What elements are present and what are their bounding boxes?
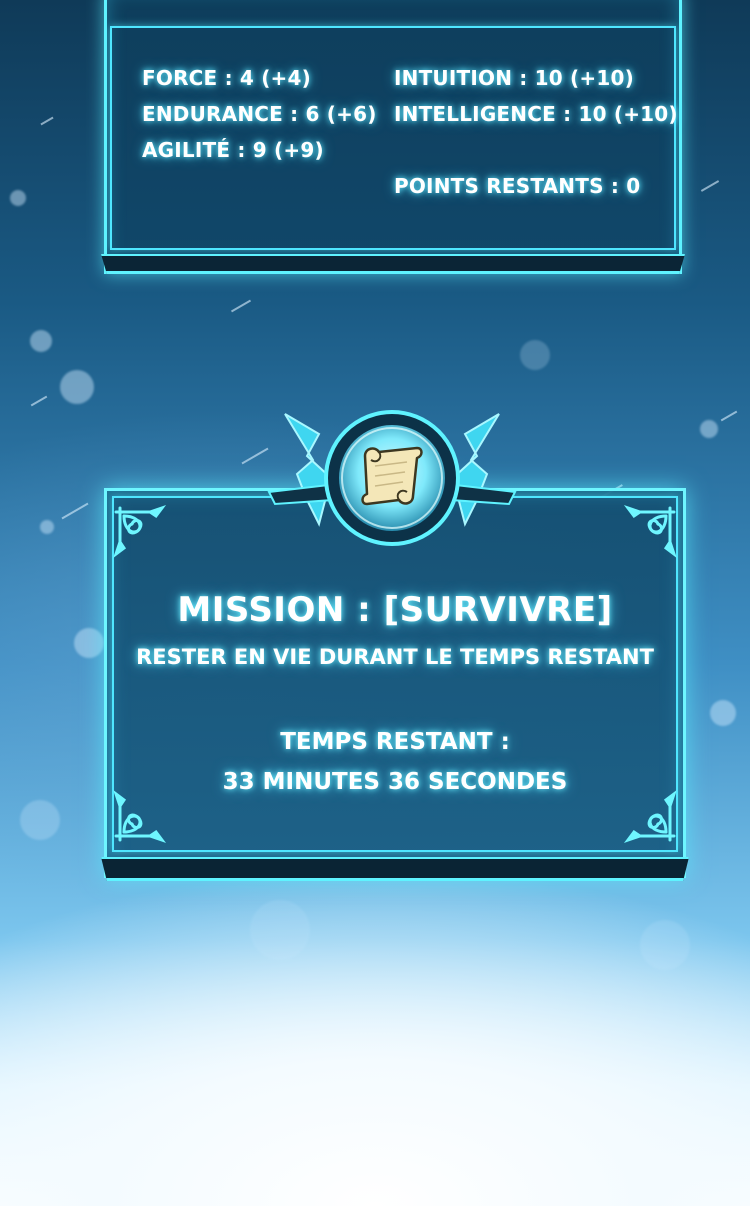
light-streak — [241, 447, 269, 465]
time-remaining-label: TEMPS RESTANT : — [280, 729, 510, 755]
mission-description: RESTER EN VIE DURANT LE TEMPS RESTANT — [136, 645, 654, 669]
light-streak — [61, 502, 89, 520]
mission-panel-base — [101, 857, 689, 881]
bokeh-particle — [700, 420, 718, 438]
light-streak — [40, 116, 54, 126]
stat-intuition: INTUITION : 10 (+10) — [394, 66, 634, 90]
mission-panel: MISSION : [SURVIVRE] RESTER EN VIE DURAN… — [101, 410, 689, 881]
time-remaining-value: 33 MINUTES 36 SECONDES — [222, 769, 568, 795]
bokeh-particle — [30, 330, 52, 352]
mission-title: MISSION : [SURVIVRE] — [177, 590, 613, 630]
bokeh-particle — [60, 370, 94, 404]
remaining-points: POINTS RESTANTS : 0 — [394, 174, 641, 198]
stat-agilite: AGILITÉ : 9 (+9) — [142, 138, 324, 162]
stat-endurance: ENDURANCE : 6 (+6) — [142, 102, 377, 126]
light-streak — [30, 395, 48, 407]
scroll-icon — [361, 446, 423, 506]
stats-panel: FORCE : 4 (+4) ENDURANCE : 6 (+6) AGILIT… — [101, 0, 685, 274]
bokeh-particle — [20, 800, 60, 840]
bokeh-particle — [40, 520, 54, 534]
bokeh-particle — [250, 900, 310, 960]
ornament-top-left-icon — [110, 502, 196, 588]
ornament-top-right-icon — [594, 502, 680, 588]
bokeh-particle — [520, 340, 550, 370]
bokeh-particle — [710, 700, 736, 726]
mission-emblem — [267, 404, 517, 574]
bokeh-particle — [640, 920, 690, 970]
light-streak — [720, 410, 738, 422]
stat-intelligence: INTELLIGENCE : 10 (+10) — [394, 102, 678, 126]
bokeh-particle — [10, 190, 26, 206]
light-streak — [230, 299, 252, 313]
light-streak — [700, 180, 720, 192]
stats-panel-base — [101, 254, 685, 274]
stat-force: FORCE : 4 (+4) — [142, 66, 311, 90]
bokeh-particle — [74, 628, 104, 658]
